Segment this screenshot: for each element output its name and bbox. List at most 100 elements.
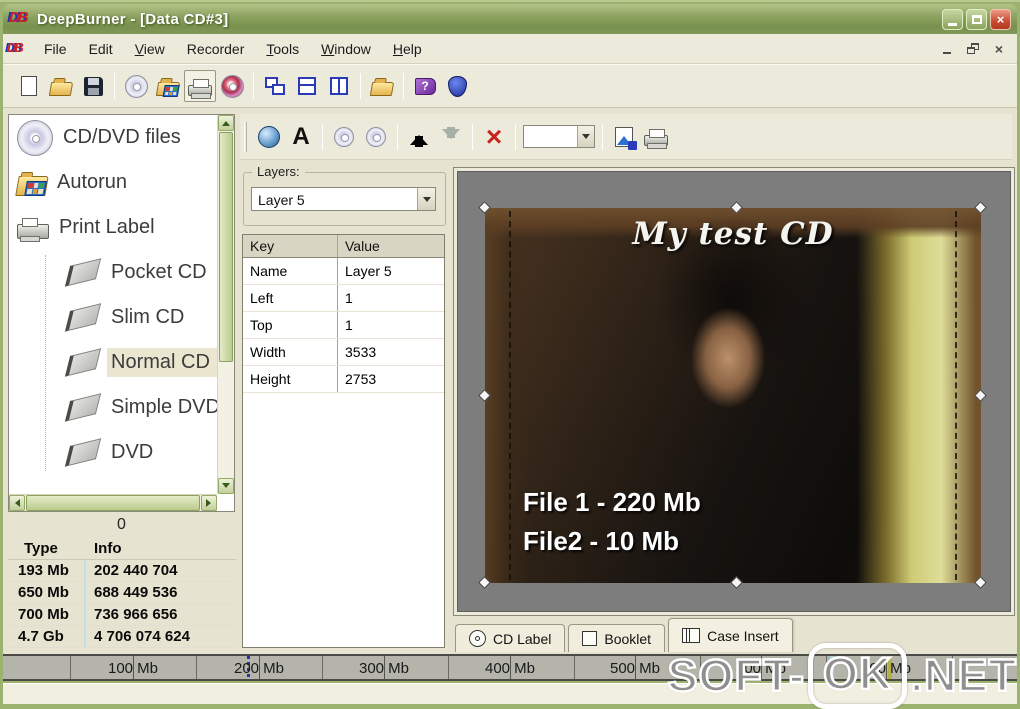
tab-booklet[interactable]: Booklet: [568, 624, 666, 652]
maximize-button[interactable]: [966, 8, 987, 30]
move-up-button[interactable]: [403, 121, 435, 153]
scroll-up-button[interactable]: [218, 115, 234, 131]
menu-recorder[interactable]: Recorder: [176, 37, 256, 61]
ruler-label: 400 Mb: [484, 660, 536, 677]
print-button[interactable]: [640, 121, 672, 153]
cd-label-icon: [469, 630, 486, 647]
menu-window[interactable]: Window: [310, 37, 382, 61]
table-row[interactable]: 4.7 Gb 4 706 074 624: [8, 626, 236, 648]
layers-groupbox: Layers: Layer 5: [243, 164, 446, 226]
move-down-button[interactable]: [435, 121, 467, 153]
sidebar-item-print-label[interactable]: Print Label: [9, 205, 234, 250]
delete-layer-button[interactable]: ×: [478, 121, 510, 153]
menu-edit[interactable]: Edit: [78, 37, 124, 61]
table-row[interactable]: Width 3533: [243, 339, 444, 366]
sidebar-item-simple-dvd[interactable]: Simple DVD: [9, 385, 234, 430]
burn-disc-button[interactable]: [216, 70, 248, 102]
menu-help[interactable]: Help: [382, 37, 433, 61]
sidebar-horizontal-scrollbar[interactable]: [9, 494, 217, 511]
mdi-restore-button[interactable]: [965, 42, 981, 56]
sidebar-item-autorun[interactable]: Autorun: [9, 160, 234, 205]
disc-text-icon: [366, 126, 386, 147]
disc-text-button[interactable]: [360, 121, 392, 153]
save-button[interactable]: [77, 70, 109, 102]
scroll-left-button[interactable]: [9, 495, 25, 511]
cd-case-icon: [64, 303, 102, 332]
font-size-combo[interactable]: [523, 125, 595, 148]
scrollbar-thumb[interactable]: [219, 132, 233, 362]
table-row[interactable]: Left 1: [243, 285, 444, 312]
ruler-tick: [574, 656, 575, 679]
case-insert-icon: [682, 628, 701, 643]
printer-icon: [188, 78, 212, 99]
new-document-button[interactable]: [13, 70, 45, 102]
toolbar-separator: [397, 123, 398, 150]
sidebar-item-slim-cd[interactable]: Slim CD: [9, 295, 234, 340]
ruler-label: 300 Mb: [358, 660, 410, 677]
autorun-icon: [15, 175, 49, 196]
table-row[interactable]: Top 1: [243, 312, 444, 339]
browse-folder-button[interactable]: [366, 70, 398, 102]
close-button[interactable]: ×: [990, 8, 1011, 30]
label-preview-canvas[interactable]: My test CD File 1 - 220 Mb File2 - 10 Mb: [453, 167, 1015, 616]
insert-image-button[interactable]: [253, 121, 285, 153]
toolbar-grip[interactable]: [244, 121, 247, 152]
insert-text-button[interactable]: A: [285, 121, 317, 153]
tile-horizontal-button[interactable]: [291, 70, 323, 102]
titlebar: DB DeepBurner - [Data CD#3] ×: [3, 4, 1017, 34]
scroll-right-button[interactable]: [201, 495, 217, 511]
toolbar-separator: [403, 73, 404, 99]
ruler-label: 500 Mb: [609, 660, 661, 677]
disc-shape-button[interactable]: [328, 121, 360, 153]
fold-line: [509, 211, 511, 580]
menubar: DB File Edit View Recorder Tools Window …: [3, 34, 1017, 64]
scrollbar-thumb[interactable]: [26, 495, 200, 511]
combo-dropdown-button[interactable]: [577, 126, 594, 147]
combo-dropdown-button[interactable]: [417, 188, 435, 210]
label-file-list-text[interactable]: File 1 - 220 Mb File2 - 10 Mb: [523, 483, 701, 561]
toolbar-separator: [114, 73, 115, 99]
tile-vertical-button[interactable]: [323, 70, 355, 102]
menu-tools[interactable]: Tools: [255, 37, 310, 61]
document-logo-icon: DB: [7, 39, 24, 55]
sidebar-vertical-scrollbar[interactable]: [217, 115, 234, 494]
sidebar-item-normal-cd[interactable]: Normal CD: [9, 340, 234, 385]
layer-select-combo[interactable]: Layer 5: [251, 187, 436, 211]
cascade-windows-button[interactable]: [259, 70, 291, 102]
menu-view[interactable]: View: [124, 37, 176, 61]
menu-file[interactable]: File: [33, 37, 78, 61]
tab-cd-label[interactable]: CD Label: [455, 624, 566, 652]
sidebar: CD/DVD files Autorun Print Label Pocket …: [8, 114, 235, 512]
printer-icon: [644, 129, 668, 149]
sidebar-item-cd-dvd-files[interactable]: CD/DVD files: [9, 115, 234, 160]
ruler-tick: [70, 656, 71, 679]
mdi-close-button[interactable]: ×: [991, 41, 1007, 57]
label-image[interactable]: My test CD File 1 - 220 Mb File2 - 10 Mb: [485, 208, 981, 583]
booklet-icon: [582, 631, 598, 646]
toolbar-separator: [322, 123, 323, 150]
label-title-text[interactable]: My test CD: [485, 216, 981, 252]
export-image-button[interactable]: [608, 121, 640, 153]
sidebar-item-pocket-cd[interactable]: Pocket CD: [9, 250, 234, 295]
table-row[interactable]: 700 Mb 736 966 656: [8, 604, 236, 626]
cascade-windows-icon: [265, 77, 285, 95]
open-button[interactable]: [45, 70, 77, 102]
about-button[interactable]: [441, 70, 473, 102]
sidebar-item-dvd[interactable]: DVD: [9, 430, 234, 475]
cd-dvd-files-button[interactable]: [120, 70, 152, 102]
help-button[interactable]: ?: [409, 70, 441, 102]
table-row[interactable]: Height 2753: [243, 366, 444, 393]
save-floppy-icon: [83, 76, 103, 96]
mdi-minimize-button[interactable]: [939, 42, 955, 56]
scroll-down-button[interactable]: [218, 478, 234, 494]
properties-table-header: Key Value: [243, 235, 444, 258]
tile-horizontal-icon: [298, 77, 316, 95]
table-row[interactable]: Name Layer 5: [243, 258, 444, 285]
minimize-button[interactable]: [942, 8, 963, 30]
ruler-tick: [196, 656, 197, 679]
table-row[interactable]: 193 Mb 202 440 704: [8, 560, 236, 582]
print-label-button[interactable]: [184, 70, 216, 102]
autorun-button[interactable]: [152, 70, 184, 102]
table-row[interactable]: 650 Mb 688 449 536: [8, 582, 236, 604]
main-toolbar: ?: [3, 64, 1017, 108]
